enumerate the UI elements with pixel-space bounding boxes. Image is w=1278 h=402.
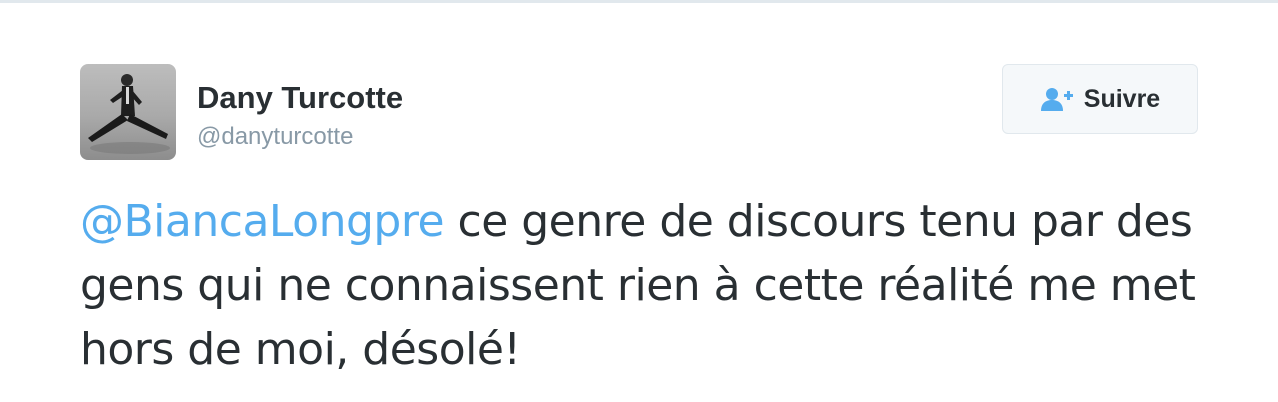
author-handle[interactable]: @danyturcotte	[197, 122, 353, 152]
follow-button-label: Suivre	[1083, 84, 1161, 113]
author-name[interactable]: Dany Turcotte	[197, 80, 403, 116]
tweet-text: @BiancaLongpre ce genre de discours tenu…	[80, 190, 1200, 382]
mention-link[interactable]: @BiancaLongpre	[80, 196, 445, 247]
follow-button[interactable]: Suivre	[1002, 64, 1198, 134]
avatar-photo	[88, 74, 170, 154]
tweet-card: Dany Turcotte @danyturcotte Suivre @Bian…	[0, 0, 1278, 402]
avatar[interactable]	[80, 64, 176, 160]
person-plus-icon	[1040, 86, 1074, 112]
